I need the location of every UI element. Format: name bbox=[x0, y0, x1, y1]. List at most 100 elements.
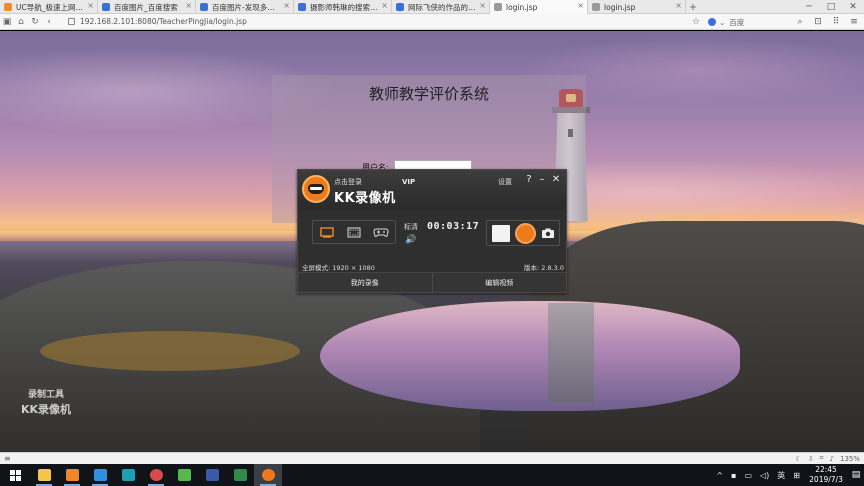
taskbar-app-orange[interactable] bbox=[58, 464, 86, 486]
start-button[interactable] bbox=[0, 464, 30, 486]
edit-video-button[interactable]: 编辑视频 bbox=[431, 273, 566, 292]
stop-button[interactable] bbox=[492, 225, 510, 242]
download-icon[interactable]: ⇩ bbox=[808, 455, 814, 463]
taskbar-kk-recorder[interactable] bbox=[254, 464, 282, 486]
baidu-favicon-icon bbox=[102, 3, 110, 11]
tab-label: 摄影师韩琳的搜索结果 bbox=[310, 2, 379, 12]
lighthouse-reflection bbox=[548, 303, 594, 403]
search-icon[interactable]: ⌕ bbox=[794, 16, 806, 28]
kk-help-button[interactable]: ? bbox=[523, 174, 535, 185]
screenshot-camera-icon[interactable] bbox=[541, 227, 555, 239]
tab-label: 百度图片-发现多彩世界 bbox=[212, 2, 281, 12]
kk-logo-icon bbox=[302, 175, 330, 203]
taskbar-app-dark-blue[interactable] bbox=[198, 464, 226, 486]
minimize-button[interactable]: ─ bbox=[798, 0, 820, 14]
tab-login-active[interactable]: login.jsp × bbox=[490, 0, 588, 14]
zoom-level[interactable]: 135% bbox=[840, 455, 860, 463]
tab-works-search[interactable]: 网际飞侠的作品的搜索结× bbox=[392, 0, 490, 14]
tab-label: login.jsp bbox=[604, 2, 636, 12]
status-menu-icon[interactable]: ≡ bbox=[4, 454, 11, 463]
tab-baidu-search[interactable]: 百度图片_百度搜索 × bbox=[98, 0, 196, 14]
app-icon bbox=[205, 469, 219, 481]
browser-tab-bar: UC导航_极速上网体验× 百度图片_百度搜索× 百度图片-发现多彩世界× 摄影师… bbox=[0, 0, 864, 14]
tab-close-icon[interactable]: × bbox=[185, 1, 192, 10]
screen-mode-info: 全屏模式: 1920 × 1080 bbox=[302, 264, 375, 272]
game-mode-icon[interactable] bbox=[372, 225, 390, 239]
menu-icon[interactable]: ≡ bbox=[848, 16, 860, 28]
address-bar: ▣ ⌂ ↻ ‹ 192.168.2.101:8080/TeacherPingJi… bbox=[0, 14, 864, 30]
url-field[interactable]: 192.168.2.101:8080/TeacherPingJia/login.… bbox=[68, 17, 668, 26]
maximize-button[interactable]: □ bbox=[820, 0, 842, 14]
toolbar-right: ☆ ⌄ 百度 ⌕ ⊡ ⠿ ≡ bbox=[690, 15, 860, 29]
night-mode-icon[interactable]: ☾ bbox=[795, 455, 801, 463]
ime-indicator[interactable]: 英 bbox=[773, 470, 789, 481]
volume-icon[interactable]: 🔊 bbox=[405, 235, 416, 245]
quality-selector[interactable]: 标清 bbox=[404, 222, 418, 232]
version-info: 版本: 2.8.3.0 bbox=[524, 264, 564, 272]
page-info-icon[interactable] bbox=[68, 18, 75, 25]
tab-baidu-images[interactable]: 百度图片-发现多彩世界× bbox=[196, 0, 294, 14]
search-box[interactable]: ⌄ 百度 bbox=[708, 17, 788, 28]
kk-footer: 我的录像 编辑视频 bbox=[298, 272, 566, 292]
kk-recorder-icon bbox=[261, 469, 275, 481]
kk-login-link[interactable]: 点击登录 bbox=[334, 177, 362, 187]
baidu-favicon-icon bbox=[298, 3, 306, 11]
taskbar-spreadsheet[interactable] bbox=[226, 464, 254, 486]
tray-expand-icon[interactable]: ^ bbox=[712, 471, 727, 480]
my-recordings-button[interactable]: 我的录像 bbox=[298, 273, 432, 292]
page-favicon-icon bbox=[494, 3, 502, 11]
clock[interactable]: 22:45 2019/7/3 bbox=[804, 465, 848, 485]
record-button[interactable] bbox=[515, 223, 536, 244]
app-icon bbox=[121, 469, 135, 481]
apps-grid-icon[interactable]: ⠿ bbox=[830, 16, 842, 28]
record-controls bbox=[486, 220, 560, 246]
taskbar-browser[interactable] bbox=[142, 464, 170, 486]
taskbar-app-green[interactable] bbox=[170, 464, 198, 486]
clock-time: 22:45 bbox=[815, 465, 837, 474]
region-mode-icon[interactable] bbox=[345, 225, 363, 239]
network-icon[interactable]: ▭ bbox=[740, 471, 756, 480]
taskbar-app-blue-bird[interactable] bbox=[86, 464, 114, 486]
favorite-star-icon[interactable]: ☆ bbox=[690, 16, 702, 28]
browser-icon bbox=[149, 469, 163, 481]
tab-close-icon[interactable]: × bbox=[283, 1, 290, 10]
tab-close-icon[interactable]: × bbox=[87, 1, 94, 10]
sidebar-toggle-icon[interactable]: ▣ bbox=[0, 15, 14, 29]
tab-close-icon[interactable]: × bbox=[381, 1, 388, 10]
kk-vip-badge[interactable]: VIP bbox=[402, 178, 415, 186]
reload-icon[interactable]: ↻ bbox=[28, 15, 42, 29]
search-placeholder: 百度 bbox=[729, 17, 745, 27]
back-icon[interactable]: ‹ bbox=[42, 15, 56, 29]
tray-app-icon[interactable]: ▪ bbox=[727, 471, 740, 480]
url-text: 192.168.2.101:8080/TeacherPingJia/login.… bbox=[80, 17, 247, 26]
kk-minimize-button[interactable]: – bbox=[536, 174, 548, 185]
fullscreen-mode-icon[interactable] bbox=[318, 225, 336, 239]
tab-label: 网际飞侠的作品的搜索结 bbox=[408, 2, 477, 12]
ime-mode-icon[interactable]: ⊞ bbox=[789, 471, 804, 480]
tab-login[interactable]: login.jsp × bbox=[588, 0, 686, 14]
tab-close-icon[interactable]: × bbox=[479, 1, 486, 10]
app-icon bbox=[65, 469, 79, 481]
tab-uc-nav[interactable]: UC导航_极速上网体验 × bbox=[0, 0, 98, 14]
tab-close-icon[interactable]: × bbox=[577, 1, 584, 10]
tab-photographer-search[interactable]: 摄影师韩琳的搜索结果 × bbox=[294, 0, 392, 14]
search-engine-icon[interactable] bbox=[708, 18, 716, 26]
taskbar-app-teal[interactable] bbox=[114, 464, 142, 486]
cart-icon[interactable]: ⊡ bbox=[812, 16, 824, 28]
home-icon[interactable]: ⌂ bbox=[14, 15, 28, 29]
taskbar-file-explorer[interactable] bbox=[30, 464, 58, 486]
audio-icon[interactable]: ♪ bbox=[830, 455, 834, 463]
kk-settings-button[interactable]: 设置 bbox=[498, 177, 512, 187]
screenshot-tool-icon[interactable]: ⌗ bbox=[820, 454, 824, 463]
baidu-favicon-icon bbox=[396, 3, 404, 11]
kk-brand-title: KK录像机 bbox=[334, 191, 396, 206]
search-engine-chevron-icon[interactable]: ⌄ bbox=[719, 18, 725, 27]
volume-tray-icon[interactable]: ◁) bbox=[756, 471, 773, 480]
kk-info-row: 全屏模式: 1920 × 1080 版本: 2.8.3.0 bbox=[302, 262, 564, 272]
browser-status-bar: ≡ ☾ ⇩ ⌗ ♪ 135% bbox=[0, 452, 864, 464]
new-tab-button[interactable]: + bbox=[686, 0, 700, 14]
tab-close-icon[interactable]: × bbox=[675, 1, 682, 10]
kk-close-button[interactable]: ✕ bbox=[550, 174, 562, 185]
close-window-button[interactable]: ✕ bbox=[842, 0, 864, 14]
notification-icon[interactable]: ▤ bbox=[848, 464, 864, 486]
